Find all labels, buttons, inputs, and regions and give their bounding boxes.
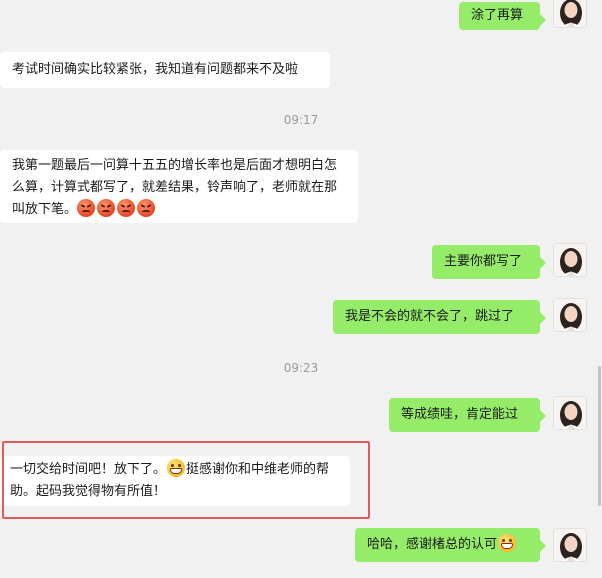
message-bubble-outgoing[interactable]: 涂了再算 [459, 2, 546, 30]
scrollbar[interactable] [596, 0, 602, 578]
angry-face-icon [97, 199, 116, 217]
scrollbar-thumb[interactable] [598, 366, 601, 506]
message-text: 主要你都写了 [444, 254, 523, 269]
timestamp: 09:17 [283, 113, 319, 127]
message-bubble-outgoing[interactable]: 主要你都写了 [432, 245, 546, 279]
avatar[interactable] [553, 0, 587, 28]
message-bubble-outgoing[interactable]: 哈哈，感谢楮总的认可 [355, 528, 546, 562]
message-text: 考试时间确实比较紧张，我知道有问题都来不及啦 [12, 62, 299, 77]
message-text: 哈哈，感谢楮总的认可 [367, 537, 498, 552]
message-text: 我第一题最后一问算十五五的增长率也是后面才想明白怎么算，计算式都写了，就差结果，… [12, 158, 338, 217]
highlight-box [2, 441, 370, 519]
message-bubble-incoming[interactable]: 考试时间确实比较紧张，我知道有问题都来不及啦 [0, 52, 330, 88]
chat-history: 涂了再算 考试时间确实比较紧张，我知道有问题都来不及啦 09:17 我第一题最后… [0, 0, 602, 578]
avatar[interactable] [553, 298, 587, 332]
avatar[interactable] [553, 243, 587, 277]
message-text: 涂了再算 [471, 8, 524, 23]
angry-face-icon [117, 199, 136, 217]
angry-face-icon [137, 199, 156, 217]
grin-face-icon [498, 534, 517, 552]
message-text: 等成绩哇，肯定能过 [401, 407, 519, 422]
message-bubble-outgoing[interactable]: 等成绩哇，肯定能过 [389, 398, 546, 432]
message-text: 我是不会的就不会了，跳过了 [345, 309, 515, 324]
message-bubble-incoming[interactable]: 我第一题最后一问算十五五的增长率也是后面才想明白怎么算，计算式都写了，就差结果，… [0, 150, 358, 223]
message-bubble-outgoing[interactable]: 我是不会的就不会了，跳过了 [333, 300, 546, 334]
angry-face-icon [77, 199, 96, 217]
avatar[interactable] [553, 396, 587, 430]
avatar[interactable] [553, 528, 587, 562]
timestamp: 09:23 [283, 361, 319, 375]
